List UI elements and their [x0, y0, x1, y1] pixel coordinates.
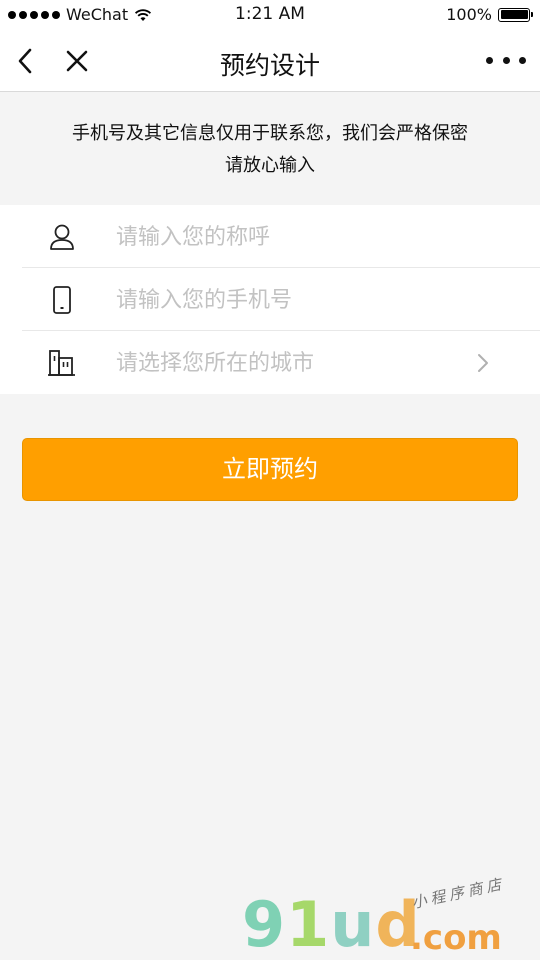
city-row[interactable] [22, 331, 540, 394]
chevron-right-icon [478, 354, 488, 372]
more-button[interactable] [486, 50, 526, 70]
name-input[interactable] [116, 219, 476, 255]
watermark-logo: 91ud 小程序商店 .com [238, 875, 528, 960]
status-right: 100% [446, 5, 533, 24]
privacy-notice: 手机号及其它信息仅用于联系您，我们会严格保密 请放心输入 [0, 92, 540, 205]
battery-icon [498, 7, 533, 22]
watermark-suffix: .com [410, 918, 502, 958]
booking-form [0, 205, 540, 394]
page-title: 预约设计 [219, 51, 320, 80]
name-row [22, 205, 540, 268]
notice-line-2: 请放心输入 [225, 155, 315, 176]
phone-icon [46, 284, 78, 316]
building-icon [46, 347, 78, 379]
user-icon [46, 221, 78, 253]
battery-percent: 100% [446, 5, 492, 24]
watermark-tagline: 小程序商店 [410, 874, 507, 913]
submit-button[interactable]: 立即预约 [22, 438, 518, 501]
notice-line-1: 手机号及其它信息仅用于联系您，我们会严格保密 [72, 123, 468, 144]
phone-row [22, 268, 540, 331]
city-select[interactable] [116, 345, 476, 381]
phone-input[interactable] [116, 282, 476, 318]
status-bar: WeChat 1:21 AM 100% [0, 0, 540, 30]
nav-bar: 预约设计 [0, 30, 540, 92]
more-icon [486, 56, 493, 64]
watermark-main: 91ud [242, 888, 421, 960]
